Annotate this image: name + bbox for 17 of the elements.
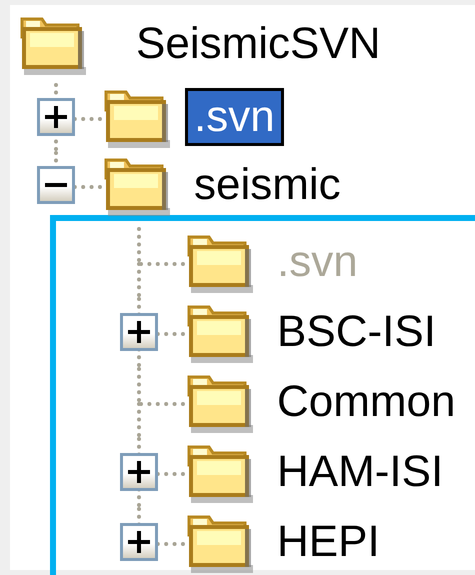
plus-icon <box>128 531 150 553</box>
tree-item-label[interactable]: Common <box>268 372 464 432</box>
tree-item-label[interactable]: seismic <box>185 156 350 214</box>
tree-item-label[interactable]: .svn <box>185 88 284 146</box>
plus-icon <box>128 461 150 483</box>
plus-icon <box>128 321 150 343</box>
minus-icon <box>45 183 67 187</box>
tree-item-label[interactable]: SeismicSVN <box>127 14 390 74</box>
plus-icon <box>45 106 67 128</box>
expand-button[interactable] <box>120 313 158 351</box>
expand-button[interactable] <box>120 523 158 561</box>
expand-button[interactable] <box>37 98 75 136</box>
collapse-button[interactable] <box>37 166 75 204</box>
expand-button[interactable] <box>120 453 158 491</box>
tree-item-label[interactable]: BSC-ISI <box>268 302 445 362</box>
tree-item-label[interactable]: HAM-ISI <box>268 442 452 502</box>
tree-item-label[interactable]: HEPI <box>268 512 389 572</box>
